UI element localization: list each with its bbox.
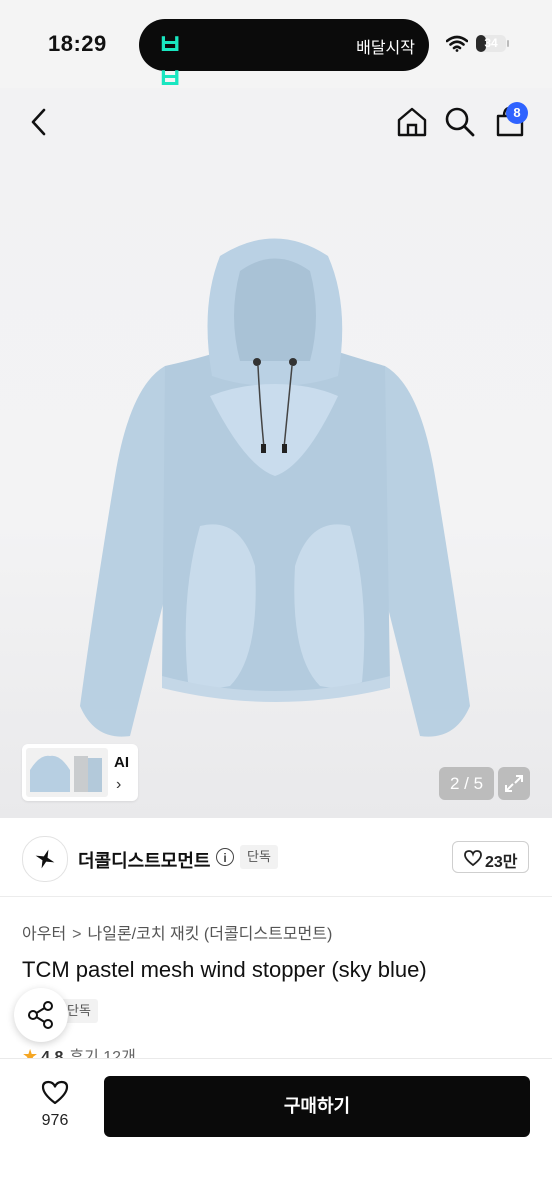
home-icon[interactable] xyxy=(394,104,430,140)
expand-icon[interactable] xyxy=(498,767,530,800)
brand-logo[interactable] xyxy=(22,836,68,882)
share-icon xyxy=(28,1001,53,1029)
status-time: 18:29 xyxy=(48,31,107,56)
buy-button[interactable]: 구매하기 xyxy=(104,1076,530,1137)
live-activity-text: 배달시작 xyxy=(356,40,415,57)
brand-name[interactable]: 더콜디스트모먼트 xyxy=(78,847,210,873)
thumbnail-image xyxy=(26,748,108,797)
battery-icon: 34 xyxy=(476,35,506,52)
brand-like-button[interactable]: 23만 xyxy=(452,841,529,873)
image-pager: 2 / 5 xyxy=(439,767,494,800)
heart-icon xyxy=(41,1080,69,1105)
cart-count-badge: 8 xyxy=(506,102,528,124)
chevron-right-icon: › xyxy=(116,776,122,793)
breadcrumb-category[interactable]: 아우터 xyxy=(22,926,66,943)
product-title: TCM pastel mesh wind stopper (sky blue) xyxy=(22,957,427,982)
dynamic-island[interactable]: ㅂㅂ 배달시작 xyxy=(139,19,429,95)
share-button[interactable] xyxy=(14,988,68,1042)
breadcrumb: 아우터 > 나일론/코치 재킷 (더콜디스트모먼트) xyxy=(22,920,332,944)
info-icon[interactable]: i xyxy=(216,848,234,866)
search-icon[interactable] xyxy=(442,104,478,140)
heart-icon xyxy=(464,850,482,867)
delivery-app-logo: ㅂㅂ xyxy=(157,28,183,95)
chevron-left-icon[interactable] xyxy=(22,104,58,140)
battery-nub xyxy=(507,40,509,47)
status-bar: 18:29 ㅂㅂ 배달시작 34 xyxy=(0,0,552,95)
brand-like-count: 23만 xyxy=(485,854,518,871)
product-image xyxy=(80,238,470,737)
battery-percent: 34 xyxy=(484,36,498,50)
exclusive-badge: 단독 xyxy=(240,845,278,869)
breadcrumb-subcategory[interactable]: 나일론/코치 재킷 (더콜디스트모먼트) xyxy=(88,926,333,943)
wifi-icon xyxy=(446,35,468,52)
brand-row: 더콜디스트모먼트 i 단독 23만 xyxy=(0,818,552,897)
ai-fitting-thumbnail[interactable]: AI › xyxy=(22,744,138,801)
wishlist-button[interactable]: 976 xyxy=(24,1077,86,1137)
wishlist-count: 976 xyxy=(41,1112,69,1129)
ai-label: AI xyxy=(114,754,129,771)
breadcrumb-separator: > xyxy=(72,926,82,943)
